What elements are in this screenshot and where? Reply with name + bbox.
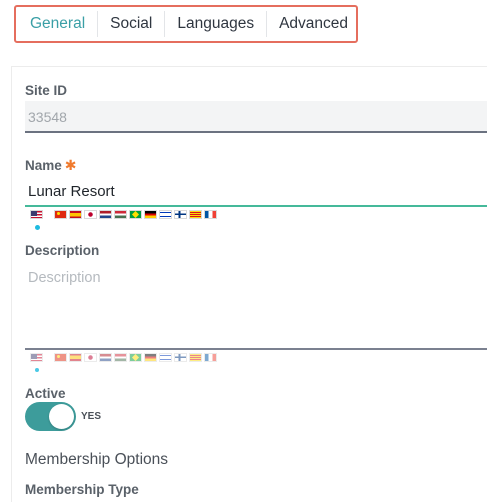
tab-bar: General Social Languages Advanced bbox=[14, 5, 358, 43]
br-flag-icon[interactable] bbox=[129, 210, 142, 219]
nl-flag-icon[interactable] bbox=[99, 210, 112, 219]
tab-general[interactable]: General bbox=[18, 11, 99, 37]
ca-flag-icon[interactable] bbox=[189, 353, 202, 362]
tab-languages[interactable]: Languages bbox=[165, 11, 268, 37]
tab-social[interactable]: Social bbox=[98, 11, 166, 37]
de-flag-icon[interactable] bbox=[144, 353, 157, 362]
name-label: Name ✱ bbox=[25, 157, 77, 174]
es-flag-icon[interactable] bbox=[69, 353, 82, 362]
site-id-field: 33548 bbox=[25, 101, 487, 133]
name-field[interactable]: Lunar Resort bbox=[25, 175, 487, 207]
nl-flag-icon[interactable] bbox=[99, 353, 112, 362]
us-flag-icon[interactable] bbox=[30, 353, 43, 362]
de-flag-icon[interactable] bbox=[144, 210, 157, 219]
active-toggle[interactable] bbox=[25, 402, 76, 431]
active-toggle-text: YES bbox=[81, 411, 102, 422]
name-label-text: Name bbox=[25, 158, 62, 173]
fi-flag-icon[interactable] bbox=[174, 353, 187, 362]
ca-flag-icon[interactable] bbox=[189, 210, 202, 219]
fi-flag-icon[interactable] bbox=[174, 210, 187, 219]
tab-advanced[interactable]: Advanced bbox=[267, 11, 360, 37]
required-asterisk-icon: ✱ bbox=[64, 157, 77, 173]
description-language-flags bbox=[30, 353, 217, 364]
cn-flag-icon[interactable] bbox=[54, 353, 67, 362]
jp-flag-icon[interactable] bbox=[84, 353, 97, 362]
fr-flag-icon[interactable] bbox=[204, 210, 217, 219]
selected-language-dot bbox=[35, 368, 39, 372]
name-value: Lunar Resort bbox=[28, 183, 115, 200]
es-flag-icon[interactable] bbox=[69, 210, 82, 219]
cn-flag-icon[interactable] bbox=[54, 210, 67, 219]
il-flag-icon[interactable] bbox=[159, 210, 172, 219]
hu-flag-icon[interactable] bbox=[114, 210, 127, 219]
name-language-flags bbox=[30, 210, 217, 221]
toggle-knob bbox=[49, 404, 74, 429]
us-flag-icon[interactable] bbox=[30, 210, 43, 219]
il-flag-icon[interactable] bbox=[159, 353, 172, 362]
br-flag-icon[interactable] bbox=[129, 353, 142, 362]
description-label: Description bbox=[25, 243, 100, 258]
membership-type-label: Membership Type bbox=[25, 482, 139, 497]
description-field[interactable]: Description bbox=[25, 264, 487, 350]
selected-language-dot bbox=[35, 225, 40, 230]
hu-flag-icon[interactable] bbox=[114, 353, 127, 362]
description-placeholder: Description bbox=[28, 270, 101, 286]
site-id-label: Site ID bbox=[25, 83, 68, 98]
jp-flag-icon[interactable] bbox=[84, 210, 97, 219]
membership-options-heading: Membership Options bbox=[25, 451, 169, 468]
site-id-value: 33548 bbox=[28, 109, 67, 125]
fr-flag-icon[interactable] bbox=[204, 353, 217, 362]
active-label: Active bbox=[25, 386, 66, 401]
